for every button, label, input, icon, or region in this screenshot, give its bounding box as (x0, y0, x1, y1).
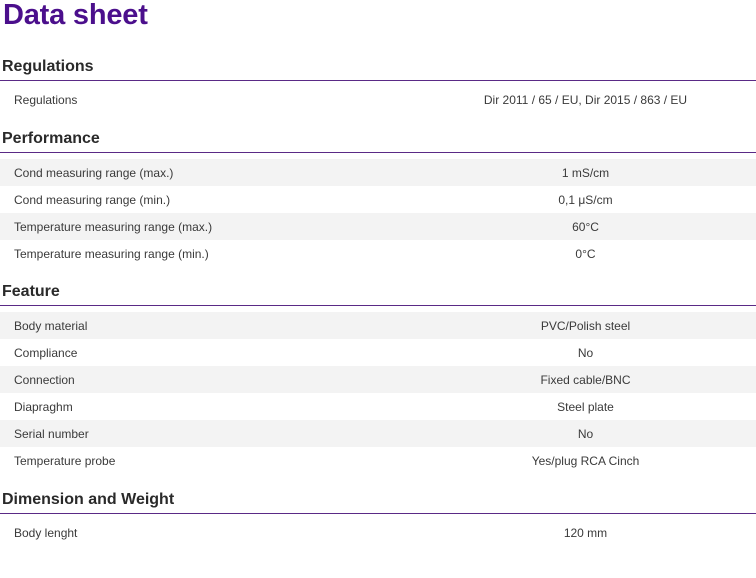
table-row: Regulations Dir 2011 / 65 / EU, Dir 2015… (0, 86, 756, 113)
regulations-table: Regulations Dir 2011 / 65 / EU, Dir 2015… (0, 86, 756, 113)
row-label: Serial number (14, 426, 89, 441)
table-row: Temperature measuring range (min.) 0°C (0, 240, 756, 267)
row-value: Fixed cable/BNC (540, 372, 631, 387)
row-value: No (577, 345, 594, 360)
table-row: Connection Fixed cable/BNC (0, 366, 756, 393)
data-sheet-page: Data sheet Regulations Regulations Dir 2… (0, 0, 756, 578)
table-row: Temperature measuring range (max.) 60°C (0, 213, 756, 240)
table-row: Temperature probe Yes/plug RCA Cinch (0, 447, 756, 474)
row-value: 120 mm (563, 525, 608, 540)
row-value: No (577, 426, 594, 441)
row-value: 0°C (575, 246, 596, 261)
section-title-feature: Feature (2, 283, 60, 300)
row-label: Cond measuring range (min.) (14, 192, 171, 207)
section-title-regulations: Regulations (2, 58, 94, 75)
section-regulations: Regulations Regulations Dir 2011 / 65 / … (0, 57, 756, 113)
section-feature: Feature Body material PVC/Polish steel C… (0, 282, 756, 474)
row-label: Cond measuring range (max.) (14, 165, 174, 180)
section-dimension-weight: Dimension and Weight Body lenght 120 mm (0, 490, 756, 546)
dimension-table: Body lenght 120 mm (0, 519, 756, 546)
row-label: Regulations (14, 92, 78, 107)
performance-table: Cond measuring range (max.) 1 mS/cm Cond… (0, 159, 756, 267)
row-value: Yes/plug RCA Cinch (531, 453, 640, 468)
row-label: Diapraghm (14, 399, 73, 414)
row-value: 1 mS/cm (561, 165, 610, 180)
row-label: Temperature measuring range (min.) (14, 246, 209, 261)
table-row: Body lenght 120 mm (0, 519, 756, 546)
row-value: Dir 2011 / 65 / EU, Dir 2015 / 863 / EU (483, 92, 688, 107)
row-value: 60°C (572, 219, 599, 234)
row-value: Steel plate (557, 399, 614, 414)
table-row: Body material PVC/Polish steel (0, 312, 756, 339)
section-performance: Performance Cond measuring range (max.) … (0, 129, 756, 267)
row-label: Body lenght (14, 525, 78, 540)
table-row: Compliance No (0, 339, 756, 366)
table-row: Cond measuring range (min.) 0,1 μS/cm (0, 186, 756, 213)
section-divider (0, 80, 756, 81)
section-divider (0, 152, 756, 153)
section-divider (0, 305, 756, 306)
section-divider (0, 513, 756, 514)
row-value: 0,1 μS/cm (558, 192, 613, 207)
table-row: Diapraghm Steel plate (0, 393, 756, 420)
row-label: Temperature measuring range (max.) (14, 219, 213, 234)
row-label: Compliance (14, 345, 78, 360)
table-row: Serial number No (0, 420, 756, 447)
feature-table: Body material PVC/Polish steel Complianc… (0, 312, 756, 474)
row-label: Connection (14, 372, 75, 387)
row-value: PVC/Polish steel (540, 318, 631, 333)
row-label: Temperature probe (14, 453, 116, 468)
section-title-dimension-weight: Dimension and Weight (2, 491, 175, 508)
page-title: Data sheet (3, 0, 148, 31)
table-row: Cond measuring range (max.) 1 mS/cm (0, 159, 756, 186)
section-title-performance: Performance (2, 130, 100, 147)
row-label: Body material (14, 318, 88, 333)
